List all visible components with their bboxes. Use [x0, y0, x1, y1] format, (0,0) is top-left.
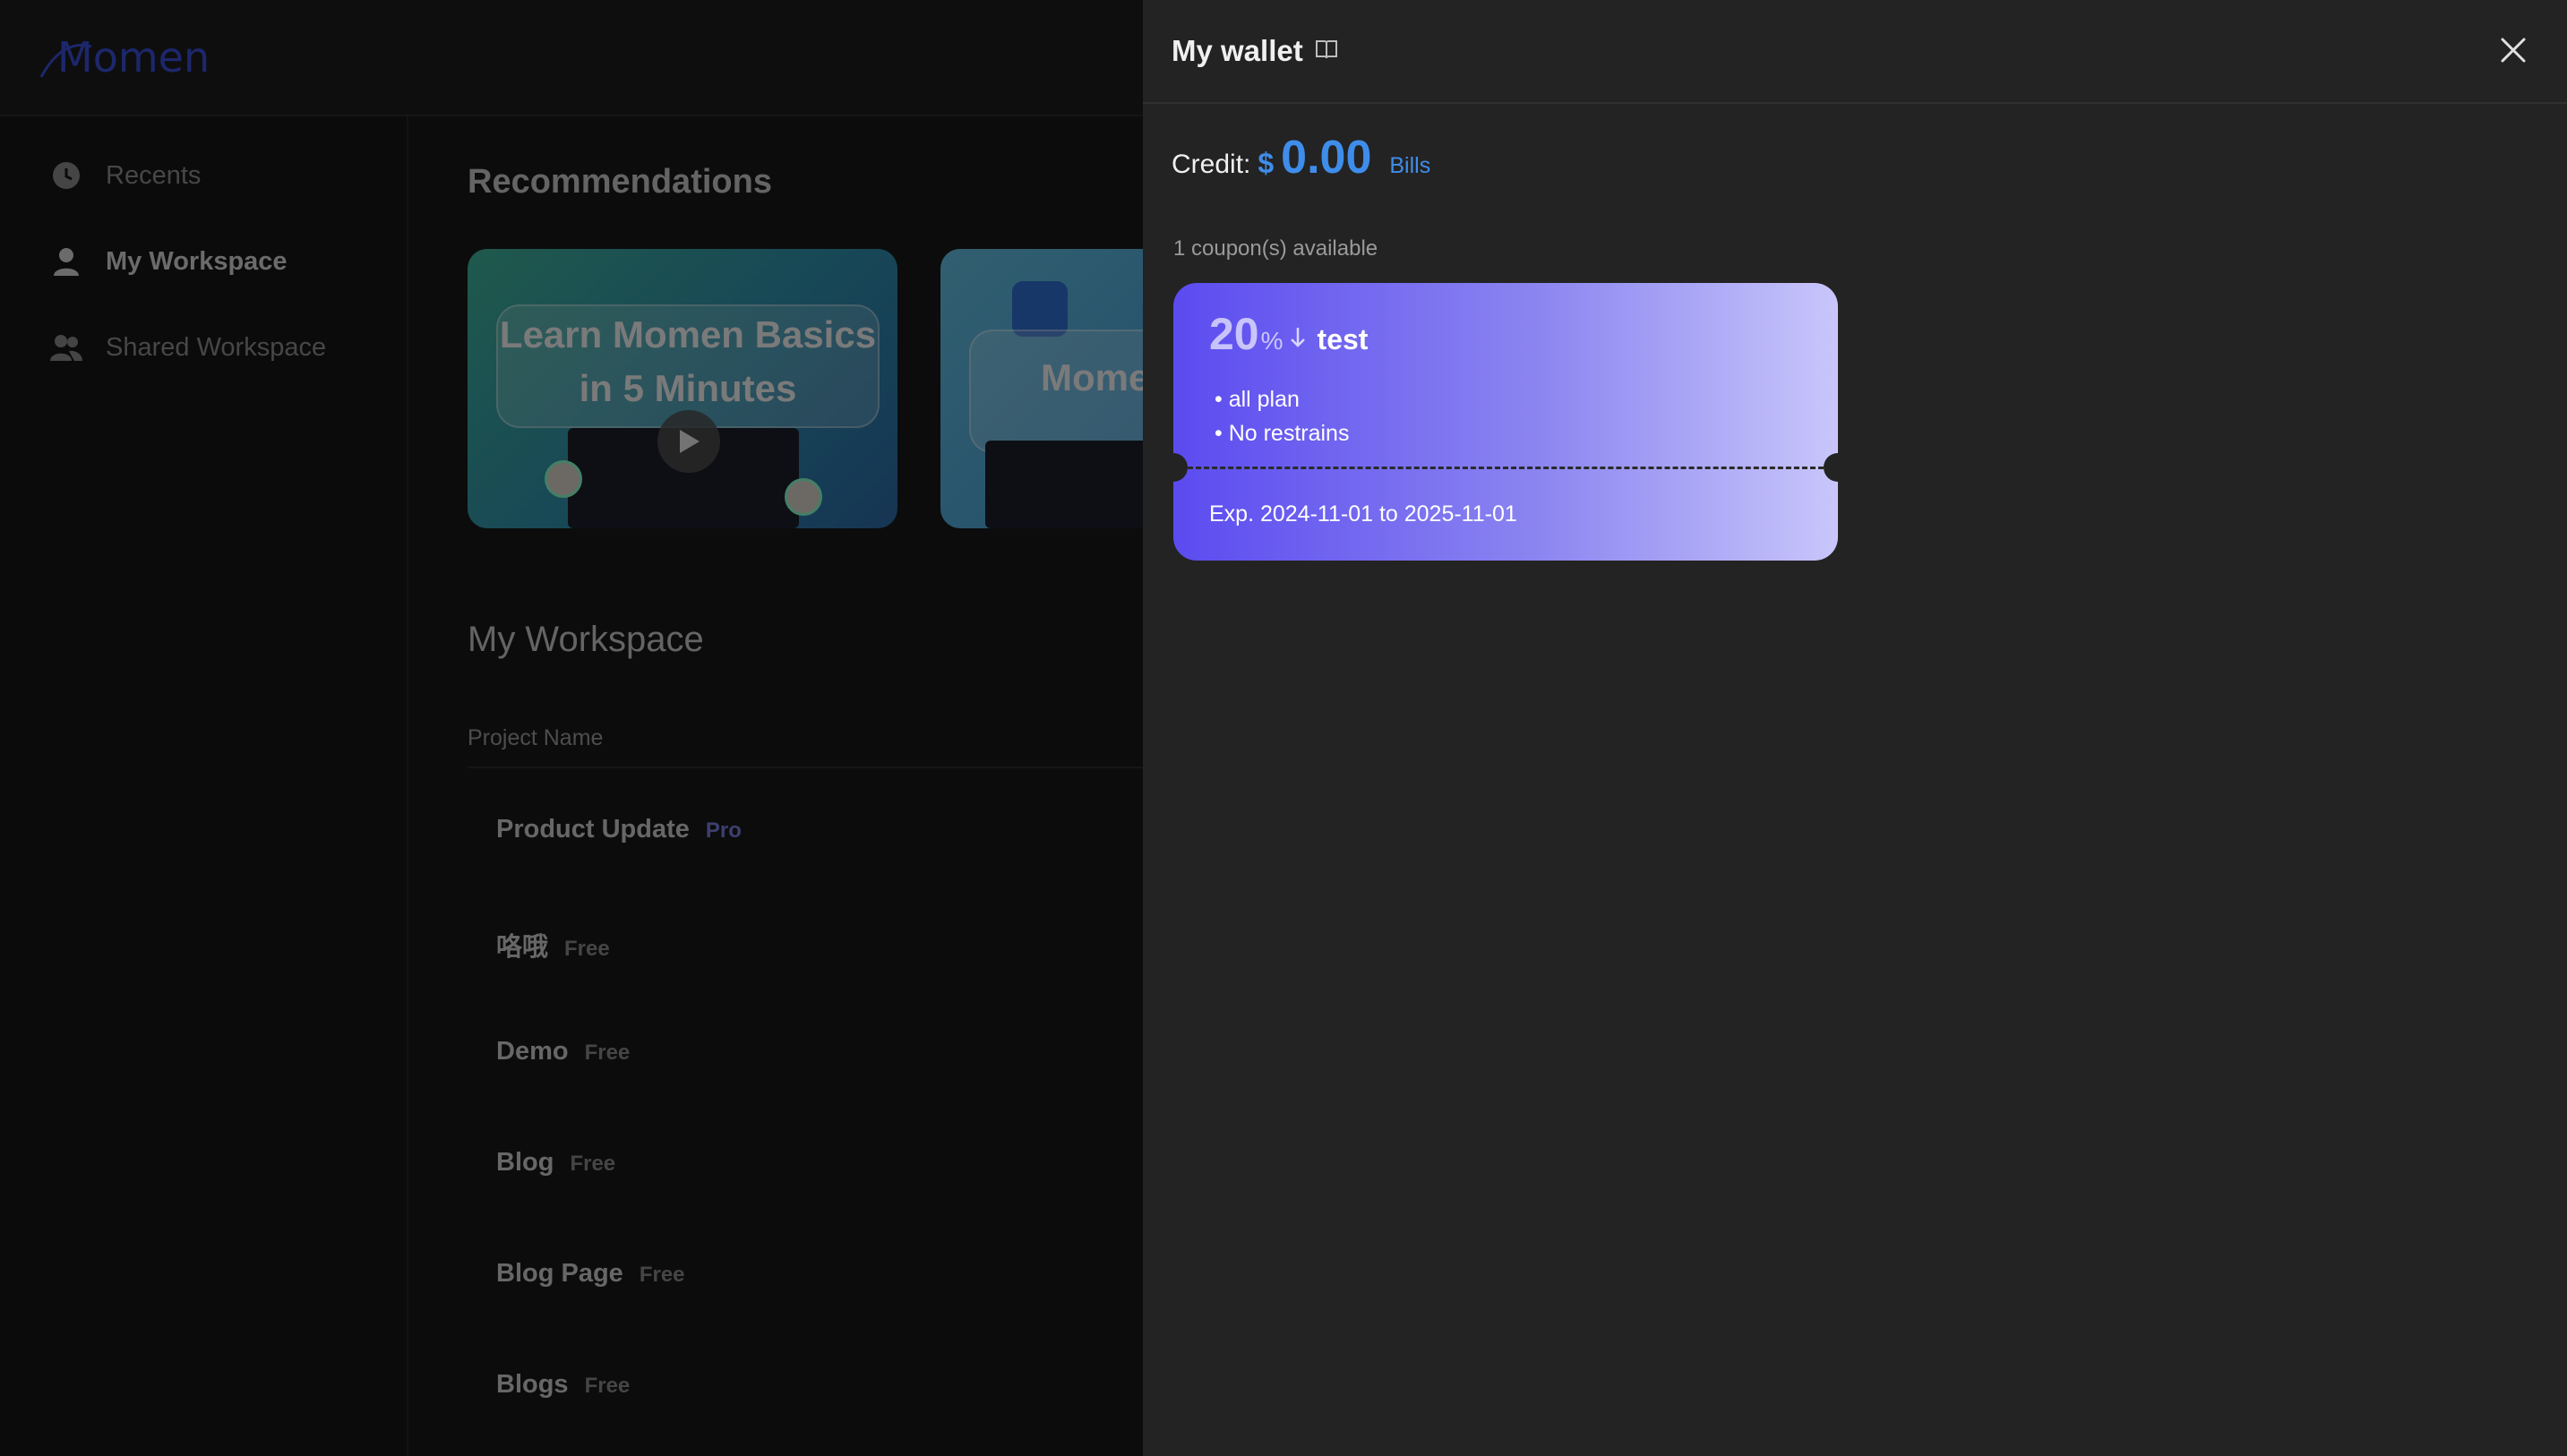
coupon-condition: • No restrains — [1215, 421, 1350, 446]
coupon-name: test — [1317, 323, 1369, 355]
arrow-down-icon — [1289, 326, 1307, 354]
credit-amount: 0.00 — [1281, 132, 1372, 184]
drawer-header: My wallet — [1143, 0, 2567, 104]
coupon-discount: 20 — [1209, 309, 1259, 359]
coupon-notch — [1173, 453, 1188, 482]
close-icon[interactable] — [2497, 34, 2529, 66]
coupon-card[interactable]: 20 % test • all plan • No restrains Exp.… — [1173, 283, 1838, 561]
coupon-header: 20 % test — [1209, 308, 1368, 360]
coupon-expiry: Exp. 2024-11-01 to 2025-11-01 — [1209, 501, 1517, 527]
modal-backdrop[interactable] — [0, 0, 1143, 1456]
coupon-notch — [1824, 453, 1838, 482]
wallet-drawer: My wallet Credit: $ 0.00 Bills 1 coupon(… — [1143, 0, 2567, 1456]
credit-summary: Credit: $ 0.00 Bills — [1172, 131, 1430, 184]
coupon-condition: • all plan — [1215, 387, 1300, 412]
credit-label: Credit: — [1172, 150, 1251, 179]
coupon-discount-unit: % — [1260, 327, 1284, 355]
drawer-title: My wallet — [1172, 34, 1303, 67]
coupon-divider — [1188, 467, 1824, 469]
coupon-count: 1 coupon(s) available — [1173, 236, 1378, 261]
bills-link[interactable]: Bills — [1389, 153, 1430, 179]
book-icon[interactable] — [1315, 38, 1338, 65]
currency-symbol: $ — [1258, 147, 1275, 179]
